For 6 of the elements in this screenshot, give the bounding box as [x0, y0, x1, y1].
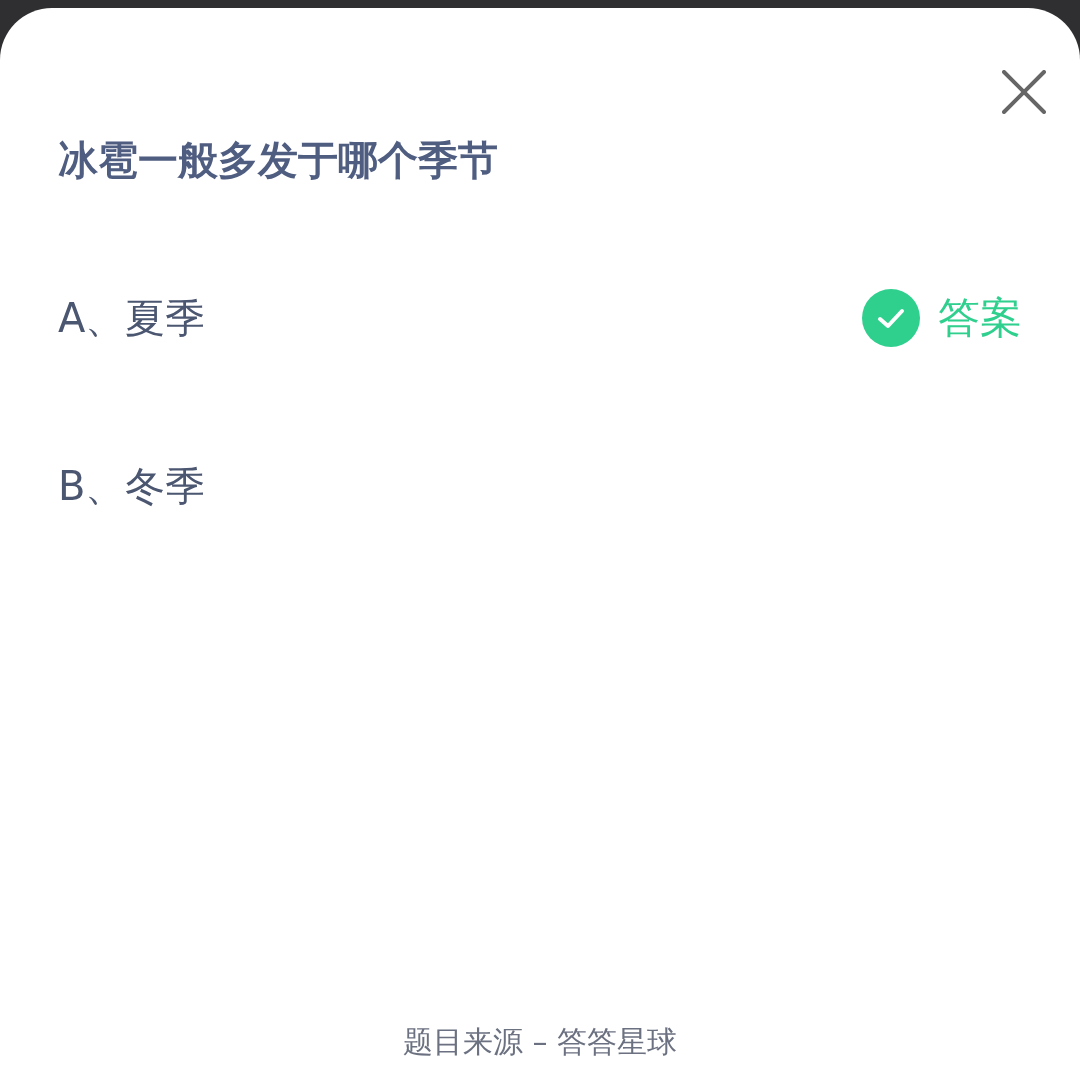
close-icon — [1002, 70, 1046, 114]
answer-option[interactable]: A、夏季 — [58, 290, 206, 346]
question-title: 冰雹一般多发于哪个季节 — [58, 136, 499, 185]
answer-option[interactable]: B、冬季 — [58, 458, 206, 514]
source-note: 题目来源 – 答答星球 — [401, 1023, 679, 1061]
answer-label: 答案 — [938, 292, 1022, 344]
